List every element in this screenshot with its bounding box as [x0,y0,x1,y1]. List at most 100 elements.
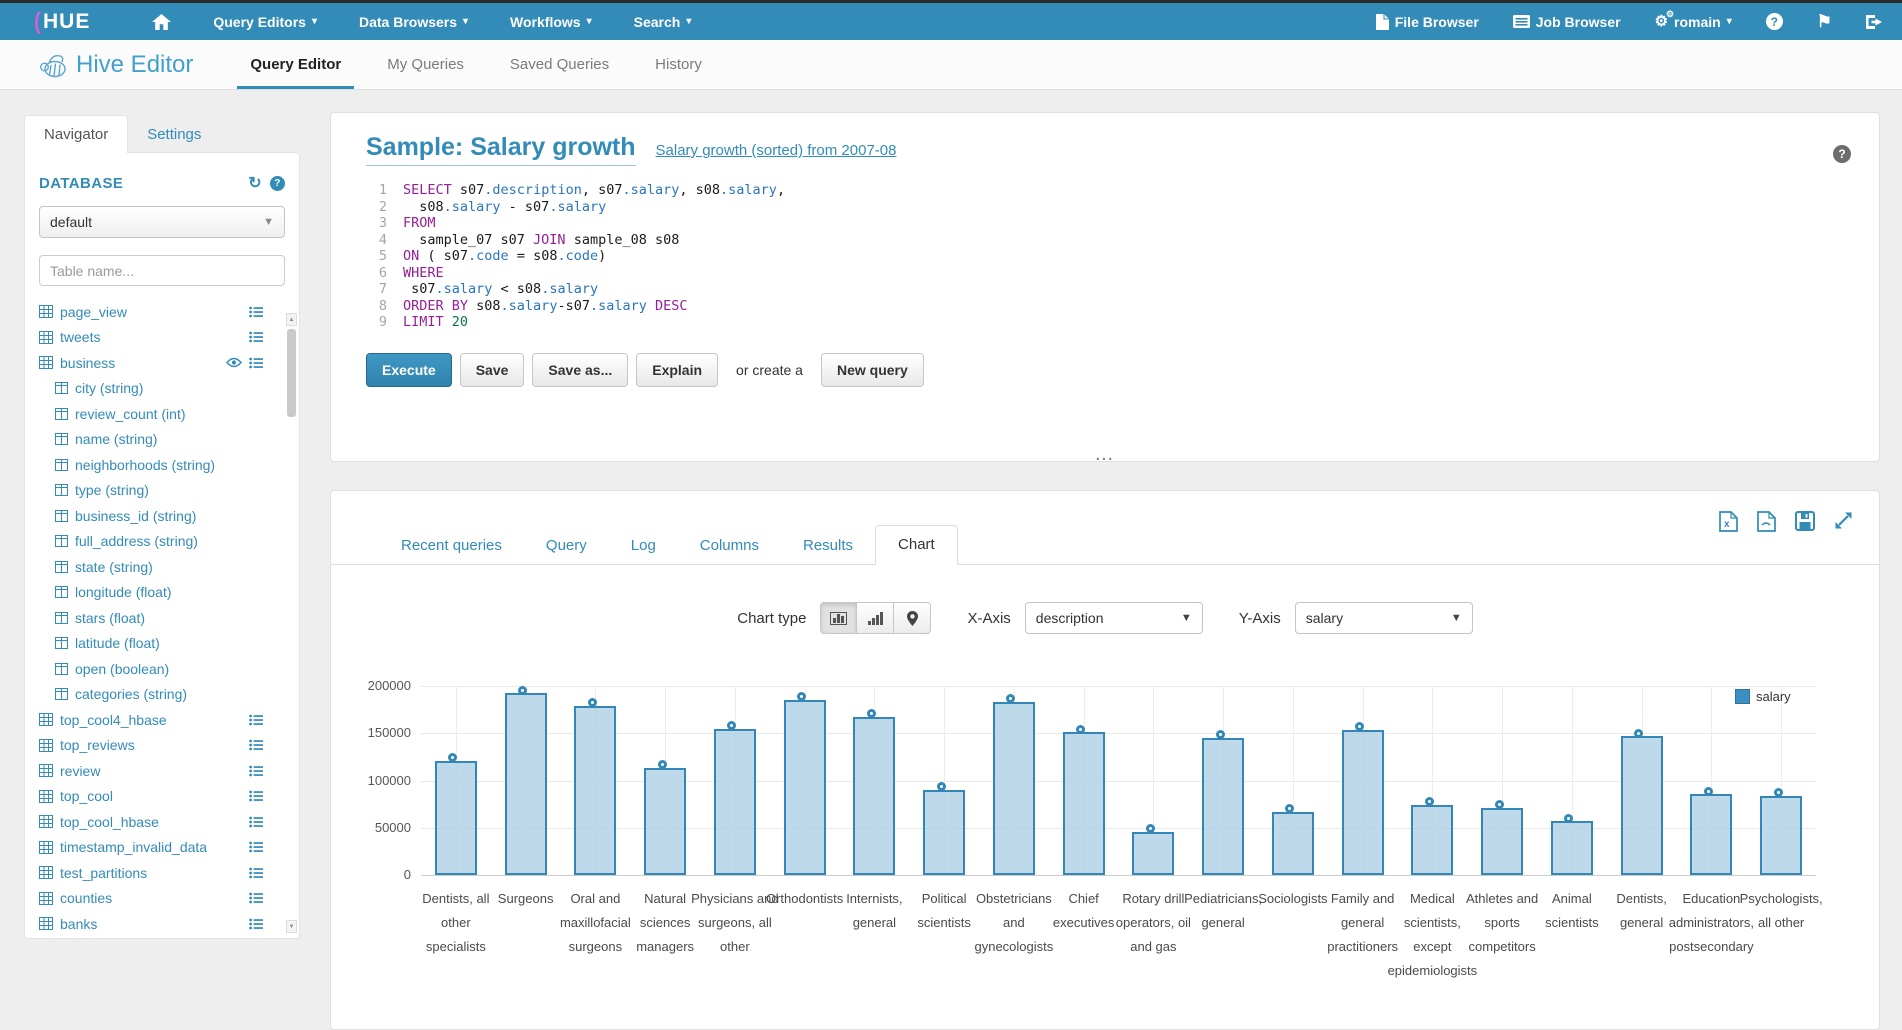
table-row[interactable]: review [39,758,285,784]
column-name[interactable]: full_address (string) [75,533,198,549]
column-name[interactable]: latitude (float) [75,635,160,651]
tab-settings[interactable]: Settings [128,115,220,153]
columns-list-icon[interactable] [249,714,263,726]
table-name[interactable]: timestamp_invalid_data [60,839,207,855]
column-row[interactable]: full_address (string) [39,529,285,555]
column-name[interactable]: city (string) [75,380,143,396]
chart-type-map-button[interactable] [894,602,931,634]
save-button[interactable]: Save [460,353,525,387]
chart-bar[interactable] [1690,794,1732,875]
column-name[interactable]: review_count (int) [75,406,186,422]
save-as-button[interactable]: Save as... [532,353,628,387]
help-icon[interactable]: ? [1833,145,1851,163]
chart-bar[interactable] [1272,812,1314,875]
expand-results-icon[interactable] [1834,511,1853,532]
table-row[interactable]: top_cool4_hbase [39,707,285,733]
y-axis-select[interactable]: salary ▼ [1295,602,1473,634]
table-row[interactable]: test_partitions [39,860,285,886]
chart-bar[interactable] [1551,821,1593,875]
chart-bar[interactable] [505,693,547,875]
scroll-up-arrow[interactable]: ▲ [286,313,297,326]
menu-search[interactable]: Search ▾ [634,14,692,30]
table-row[interactable]: business [39,350,285,376]
table-name[interactable]: top_cool4_hbase [60,712,167,728]
tab-recent-queries[interactable]: Recent queries [379,527,524,565]
user-menu[interactable]: ⚙⚙ romain ▾ [1655,14,1732,30]
refresh-icon[interactable]: ↻ [248,173,262,193]
chart-type-column-button[interactable] [857,602,894,634]
column-row[interactable]: type (string) [39,478,285,504]
column-row[interactable]: review_count (int) [39,401,285,427]
column-row[interactable]: neighborhoods (string) [39,452,285,478]
resize-handle[interactable]: ... [1096,451,1115,461]
column-name[interactable]: neighborhoods (string) [75,457,215,473]
column-name[interactable]: open (boolean) [75,661,169,677]
columns-list-icon[interactable] [249,306,263,318]
query-subtitle-link[interactable]: Salary growth (sorted) from 2007-08 [656,142,897,159]
chart-bar[interactable] [574,706,616,875]
x-axis-select[interactable]: description ▼ [1025,602,1203,634]
sql-editor[interactable]: 123456789 SELECT s07.description, s07.sa… [366,182,1844,331]
sql-code[interactable]: SELECT s07.description, s07.salary, s08.… [396,182,785,331]
feedback-button[interactable]: ⚑ [1817,12,1832,32]
table-filter-input[interactable] [39,255,285,286]
sign-out-button[interactable] [1866,15,1882,29]
column-name[interactable]: state (string) [75,559,153,575]
eye-icon[interactable] [226,357,242,368]
menu-data-browsers[interactable]: Data Browsers ▾ [359,14,468,30]
columns-list-icon[interactable] [249,765,263,777]
tab-saved-queries[interactable]: Saved Queries [487,40,632,89]
menu-workflows[interactable]: Workflows ▾ [510,14,592,30]
new-query-button[interactable]: New query [821,353,924,387]
table-row[interactable]: top_reviews [39,733,285,759]
column-name[interactable]: categories (string) [75,686,187,702]
save-results-icon[interactable] [1795,511,1815,532]
query-title[interactable]: Sample: Salary growth [366,133,636,166]
chart-bar[interactable] [1760,796,1802,875]
columns-list-icon[interactable] [249,357,263,369]
column-row[interactable]: longitude (float) [39,580,285,606]
table-name[interactable]: review [60,763,100,779]
column-row[interactable]: stars (float) [39,605,285,631]
column-row[interactable]: state (string) [39,554,285,580]
chart-bar[interactable] [435,761,477,875]
chart-type-bars-button[interactable] [820,602,857,634]
column-row[interactable]: open (boolean) [39,656,285,682]
columns-list-icon[interactable] [249,331,263,343]
table-row[interactable]: banks [39,911,285,937]
chart-bar[interactable] [714,729,756,875]
chart-bar[interactable] [993,702,1035,875]
chart-bar[interactable] [1202,738,1244,875]
tab-log[interactable]: Log [609,527,678,565]
columns-list-icon[interactable] [249,739,263,751]
table-row[interactable]: top_cool [39,784,285,810]
chart-bar[interactable] [1481,808,1523,875]
column-row[interactable]: latitude (float) [39,631,285,657]
menu-query-editors[interactable]: Query Editors ▾ [213,14,317,30]
chart-bar[interactable] [853,717,895,875]
table-name[interactable]: banks [60,916,97,932]
chart-bar[interactable] [1132,832,1174,875]
table-row[interactable]: counties [39,886,285,912]
column-row[interactable]: business_id (string) [39,503,285,529]
columns-list-icon[interactable] [249,918,263,930]
chart-bar[interactable] [1063,732,1105,875]
table-name[interactable]: page_view [60,304,127,320]
tab-columns[interactable]: Columns [678,527,781,565]
chart-bar[interactable] [644,768,686,875]
columns-list-icon[interactable] [249,892,263,904]
column-name[interactable]: longitude (float) [75,584,172,600]
tab-query[interactable]: Query [524,527,609,565]
columns-list-icon[interactable] [249,841,263,853]
column-row[interactable]: name (string) [39,427,285,453]
table-name[interactable]: business [60,355,115,371]
table-row[interactable]: timestamp_invalid_data [39,835,285,861]
column-name[interactable]: type (string) [75,482,149,498]
tab-history[interactable]: History [632,40,725,89]
columns-list-icon[interactable] [249,867,263,879]
help-button[interactable]: ? [1766,13,1783,30]
table-name[interactable]: top_reviews [60,737,135,753]
job-browser-link[interactable]: Job Browser [1513,14,1621,30]
export-file-icon[interactable] [1757,511,1776,532]
file-browser-link[interactable]: File Browser [1376,14,1479,30]
